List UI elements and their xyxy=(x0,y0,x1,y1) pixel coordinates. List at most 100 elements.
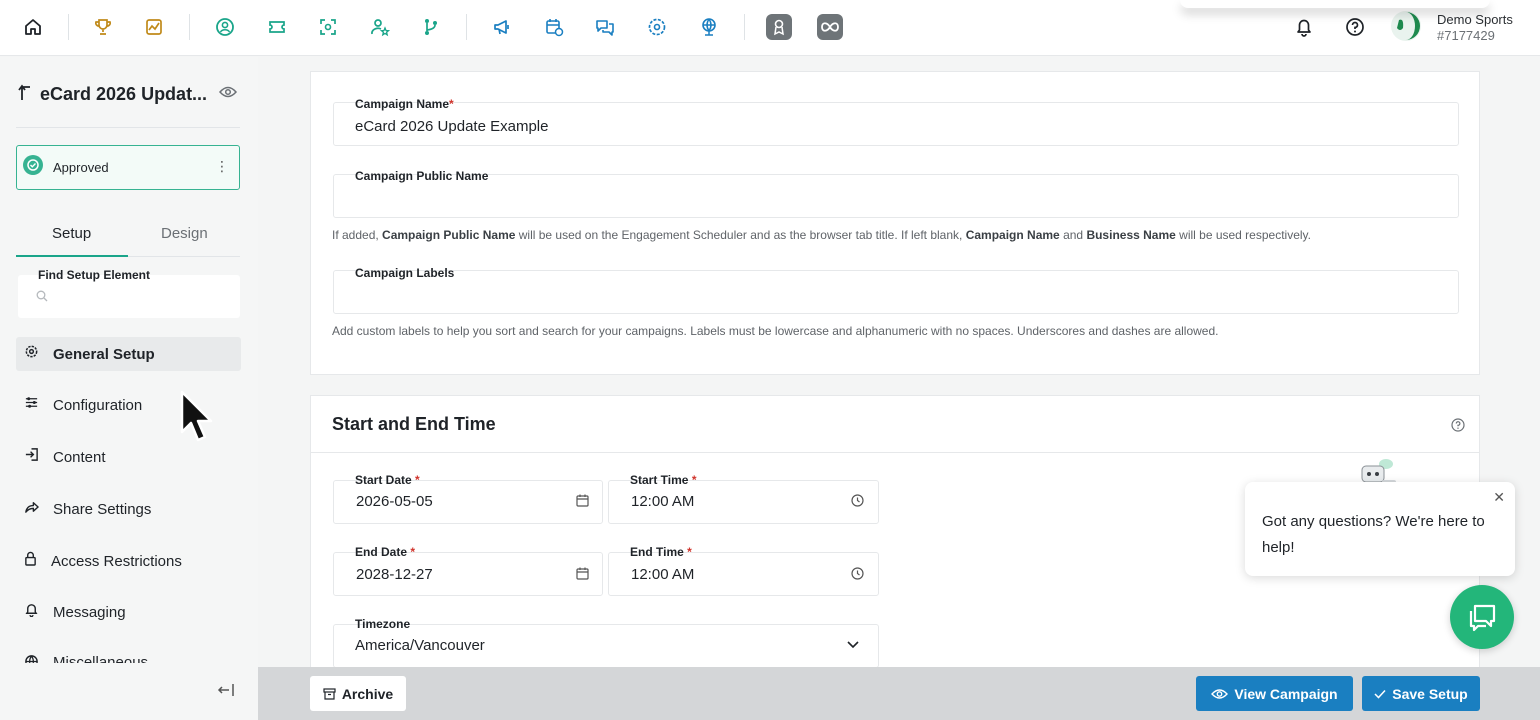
share-icon xyxy=(24,499,39,519)
divider xyxy=(311,452,1479,453)
campaign-name-value: eCard 2026 Update Example xyxy=(355,118,549,135)
chat-icon[interactable] xyxy=(592,14,618,40)
campaign-title: eCard 2026 Updat... xyxy=(40,84,208,104)
timezone-value: America/Vancouver xyxy=(355,637,485,654)
archive-icon xyxy=(323,687,336,700)
clock-icon[interactable] xyxy=(851,494,864,507)
campaign-name-label: Campaign Name* xyxy=(355,97,454,111)
end-time-value: 12:00 AM xyxy=(631,566,695,583)
view-campaign-label: View Campaign xyxy=(1234,685,1338,702)
campaign-public-name-field[interactable] xyxy=(333,174,1459,218)
trophy-icon[interactable] xyxy=(90,14,116,40)
top-navigation-bar: Demo Sports #7177429 xyxy=(0,0,1540,56)
search-icon xyxy=(36,289,48,307)
sidebar-item-miscellaneous[interactable]: Miscellaneous xyxy=(16,647,241,663)
end-time-label: End Time * xyxy=(630,545,692,559)
chevron-down-icon[interactable] xyxy=(847,641,859,649)
sidebar-item-label: Share Settings xyxy=(53,500,152,518)
end-date-value: 2028-12-27 xyxy=(356,566,433,583)
account-id: #7177429 xyxy=(1437,28,1495,43)
campaign-labels-field[interactable] xyxy=(333,270,1459,314)
app-r-icon[interactable] xyxy=(766,14,792,40)
help-icon[interactable] xyxy=(1342,14,1368,40)
tab-design[interactable]: Design xyxy=(161,225,208,242)
sidebar-item-share-settings[interactable]: Share Settings xyxy=(16,492,241,526)
section-title: Start and End Time xyxy=(332,414,496,434)
archive-button[interactable]: Archive xyxy=(310,676,406,711)
view-campaign-button[interactable]: View Campaign xyxy=(1196,676,1353,711)
close-icon[interactable]: ✕ xyxy=(1493,489,1505,506)
bell-icon[interactable] xyxy=(1291,14,1317,40)
collapse-sidebar-icon[interactable] xyxy=(217,683,235,702)
user-circle-icon[interactable] xyxy=(212,14,238,40)
user-star-icon[interactable] xyxy=(367,14,393,40)
find-setup-element-label: Find Setup Element xyxy=(38,268,151,282)
labels-hint: Add custom labels to help you sort and s… xyxy=(332,324,1219,338)
toolbar-separator xyxy=(68,14,69,40)
archive-label: Archive xyxy=(341,685,394,702)
eye-icon[interactable] xyxy=(219,85,238,104)
chat-bubbles-icon xyxy=(1469,604,1496,632)
sidebar-item-access-restrictions[interactable]: Access Restrictions xyxy=(16,544,241,578)
action-bar: Archive View Campaign Save Setup xyxy=(258,667,1540,720)
globe-icon xyxy=(24,654,39,663)
lock-icon xyxy=(24,551,37,571)
bell-icon xyxy=(24,602,39,622)
divider xyxy=(16,127,240,128)
campaign-public-name-label: Campaign Public Name xyxy=(355,169,489,183)
dropdown-shadow xyxy=(1180,0,1490,8)
ticket-icon[interactable] xyxy=(264,14,290,40)
eye-icon xyxy=(1211,688,1229,699)
end-date-label: End Date * xyxy=(355,545,416,559)
chat-message: Got any questions? We're here to help! xyxy=(1262,513,1485,556)
start-time-value: 12:00 AM xyxy=(631,493,695,510)
toolbar-separator xyxy=(189,14,190,40)
toolbar-separator xyxy=(466,14,467,40)
sidebar-item-label: General Setup xyxy=(53,345,155,363)
status-label: Approved xyxy=(53,160,109,175)
chat-launcher-button[interactable] xyxy=(1450,585,1514,649)
sidebar-item-label: Access Restrictions xyxy=(51,552,182,570)
sidebar-tabs: Setup Design xyxy=(16,219,240,257)
campaign-labels-label: Campaign Labels xyxy=(355,266,455,280)
status-badge[interactable]: Approved ⋮ xyxy=(16,145,240,190)
calendar-icon[interactable] xyxy=(576,567,589,580)
setup-sidebar: eCard 2026 Updat... Approved ⋮ Setup Des… xyxy=(0,57,258,720)
toolbar-separator xyxy=(744,14,745,40)
megaphone-icon[interactable] xyxy=(489,14,515,40)
campaign-header: eCard 2026 Updat... xyxy=(18,83,238,106)
start-date-label: Start Date * xyxy=(355,473,420,487)
timezone-label: Timezone xyxy=(355,617,411,631)
gear-badge-icon[interactable] xyxy=(644,14,670,40)
calendar-clock-icon[interactable] xyxy=(541,14,567,40)
public-name-hint: If added, Campaign Public Name will be u… xyxy=(332,228,1311,242)
back-arrow-icon[interactable] xyxy=(18,83,32,106)
save-setup-label: Save Setup xyxy=(1392,685,1468,702)
sidebar-item-label: Miscellaneous xyxy=(53,654,149,663)
calendar-icon[interactable] xyxy=(576,494,589,507)
tab-setup[interactable]: Setup xyxy=(52,225,91,242)
enter-icon xyxy=(24,447,39,467)
analytics-icon[interactable] xyxy=(141,14,167,40)
active-tab-indicator xyxy=(16,255,128,257)
sidebar-item-general-setup[interactable]: General Setup xyxy=(16,337,241,371)
check-circle-icon xyxy=(23,155,43,180)
help-icon[interactable] xyxy=(1451,418,1465,432)
sidebar-item-label: Content xyxy=(53,448,106,466)
home-icon[interactable] xyxy=(20,14,46,40)
sidebar-item-label: Configuration xyxy=(53,396,143,414)
scan-icon[interactable] xyxy=(315,14,341,40)
save-setup-button[interactable]: Save Setup xyxy=(1362,676,1480,711)
sliders-icon xyxy=(24,395,39,415)
clock-icon[interactable] xyxy=(851,567,864,580)
mouse-cursor-icon xyxy=(180,390,213,442)
sidebar-item-messaging[interactable]: Messaging xyxy=(16,595,241,629)
globe-icon[interactable] xyxy=(696,14,722,40)
app-infinity-icon[interactable] xyxy=(817,14,843,40)
start-date-value: 2026-05-05 xyxy=(356,493,433,510)
avatar[interactable] xyxy=(1390,10,1422,42)
start-time-label: Start Time * xyxy=(630,473,697,487)
more-vertical-icon[interactable]: ⋮ xyxy=(215,158,229,175)
sidebar-item-label: Messaging xyxy=(53,603,126,621)
branch-icon[interactable] xyxy=(418,14,444,40)
